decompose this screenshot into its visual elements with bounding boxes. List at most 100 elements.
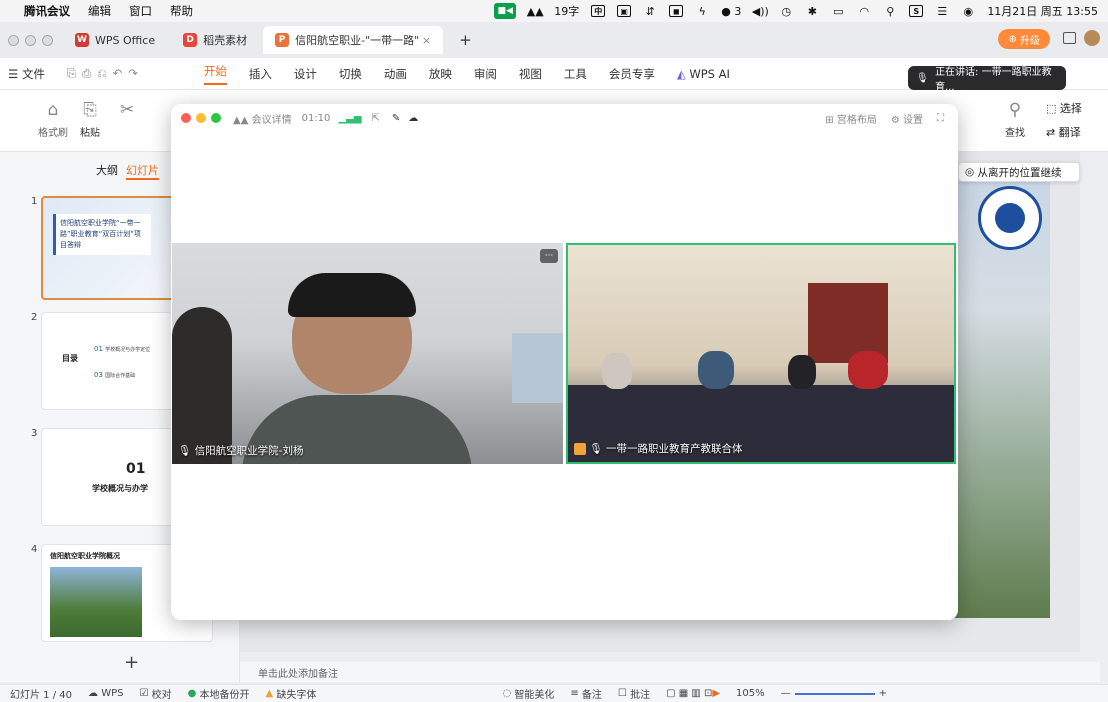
- window-zoom-button[interactable]: [42, 34, 53, 46]
- menu-tools[interactable]: 工具: [564, 66, 587, 82]
- zoom-level[interactable]: 105%: [736, 688, 765, 699]
- resume-position-button[interactable]: ◎ 从离开的位置继续: [958, 162, 1080, 182]
- upgrade-button[interactable]: ⊕ 升级: [998, 29, 1050, 49]
- participant-video-1[interactable]: ··· 🎙 信阳航空职业学院-刘杨: [172, 243, 563, 464]
- mic-icon: 🎙: [178, 445, 192, 457]
- missing-font-button[interactable]: ▲ 缺失字体: [266, 686, 317, 701]
- attendee: [698, 351, 734, 389]
- wps-ai-button[interactable]: ◭ WPS AI: [677, 67, 730, 81]
- menu-view[interactable]: 视图: [519, 66, 542, 82]
- siri-icon[interactable]: ◉: [961, 5, 975, 18]
- lightning-icon[interactable]: ϟ: [695, 5, 709, 18]
- location-icon: ◎: [965, 166, 975, 178]
- menu-edit[interactable]: 编辑: [88, 3, 111, 19]
- annotate-icon[interactable]: ✎: [392, 113, 400, 124]
- select-button[interactable]: ⬚ 选择: [1046, 100, 1082, 116]
- menu-member[interactable]: 会员专享: [609, 66, 655, 82]
- paste-button[interactable]: ⎘ 粘贴: [80, 100, 100, 139]
- tab-wps-office[interactable]: W WPS Office: [63, 26, 167, 54]
- quick-access-icons[interactable]: ⎘⎙⎌↶↷: [67, 66, 144, 81]
- scissors-icon: ✂: [120, 100, 135, 120]
- wechat-status[interactable]: ● 3: [721, 5, 741, 18]
- menu-transition[interactable]: 切换: [339, 66, 362, 82]
- format-painter-button[interactable]: ⌂ 格式刷: [38, 100, 68, 139]
- input-count[interactable]: 19字: [554, 3, 579, 19]
- new-tab-button[interactable]: +: [447, 26, 484, 54]
- cut-button[interactable]: ✂: [120, 100, 134, 124]
- tab-slides[interactable]: 幻灯片: [126, 162, 159, 180]
- wifi-icon[interactable]: ◠: [857, 5, 871, 18]
- bluetooth-icon[interactable]: ✱: [805, 5, 819, 18]
- menu-insert[interactable]: 插入: [249, 66, 272, 82]
- add-slide-button[interactable]: +: [124, 652, 139, 673]
- beautify-button[interactable]: ◌ 智能美化: [502, 686, 554, 701]
- campus-photo: [50, 567, 142, 637]
- wps-cloud-button[interactable]: ☁ WPS: [88, 688, 123, 699]
- tab-presentation[interactable]: P 信阳航空职业-"一带一路" ×: [263, 26, 444, 54]
- format-painter-label: 格式刷: [38, 128, 68, 139]
- video-more-button[interactable]: ···: [540, 249, 558, 263]
- meeting-minimize-button[interactable]: [196, 113, 206, 123]
- notes-toggle[interactable]: ≡ 备注: [570, 686, 602, 701]
- item-text: 国际合作基础: [105, 373, 136, 379]
- participant-video-2[interactable]: 🎙 一带一路职业教育产教联合体: [566, 243, 956, 464]
- menu-slideshow[interactable]: 放映: [429, 66, 452, 82]
- menu-app-name[interactable]: 腾讯会议: [24, 3, 70, 19]
- tencent-meeting-icon[interactable]: ▲▲: [527, 5, 544, 18]
- settings-button[interactable]: ⚙ 设置: [891, 111, 923, 126]
- popout-icon[interactable]: ⇱: [371, 113, 379, 124]
- mic-icon: 🎙: [589, 443, 603, 455]
- datetime[interactable]: 11月21日 周五 13:55: [987, 3, 1098, 19]
- menu-review[interactable]: 审阅: [474, 66, 497, 82]
- gear-icon: ⚙: [890, 114, 900, 126]
- meeting-zoom-button[interactable]: [211, 113, 221, 123]
- tab-close-icon[interactable]: ×: [422, 34, 431, 47]
- comments-toggle[interactable]: ☐ 批注: [618, 686, 650, 701]
- meeting-details-button[interactable]: ▲▲ 会议详情: [233, 111, 292, 126]
- menu-animation[interactable]: 动画: [384, 66, 407, 82]
- menu-window[interactable]: 窗口: [129, 3, 152, 19]
- menu-start[interactable]: 开始: [203, 63, 227, 85]
- meeting-close-button[interactable]: [181, 113, 191, 123]
- volume-icon[interactable]: ◀)): [752, 5, 769, 18]
- dark-app-icon[interactable]: ◼: [669, 5, 684, 17]
- meeting-logo-icon: ▲▲: [233, 114, 249, 126]
- avatar[interactable]: [1084, 30, 1100, 46]
- notes-icon: ≡: [570, 688, 579, 699]
- proofread-button[interactable]: ☑ 校对: [139, 686, 171, 701]
- window-close-button[interactable]: [8, 34, 19, 46]
- proof-label: 校对: [151, 690, 172, 701]
- video-camera-icon[interactable]: ■◀: [494, 3, 517, 19]
- input-method-icon[interactable]: 中: [591, 5, 606, 17]
- clock-icon[interactable]: ◷: [779, 5, 793, 18]
- play-icon[interactable]: ▶: [712, 688, 720, 699]
- s-app-icon[interactable]: S: [909, 5, 924, 17]
- slide-2-title: 目录: [62, 354, 78, 363]
- spotlight-search-icon[interactable]: ⚲: [883, 5, 897, 18]
- view-buttons[interactable]: ▢ ▦ ▥ ⊡ ▶: [666, 688, 720, 699]
- tab-daoke[interactable]: D 稻壳素材: [171, 26, 259, 54]
- backup-button[interactable]: ● 本地备份开: [188, 686, 250, 701]
- notes-label: 备注: [581, 690, 602, 701]
- battery-icon[interactable]: ▭: [831, 5, 845, 18]
- menu-help[interactable]: 帮助: [170, 3, 193, 19]
- find-button[interactable]: ⚲ 查找: [1005, 100, 1025, 139]
- notes-bar[interactable]: 单击此处添加备注: [240, 662, 1100, 682]
- grid-layout-button[interactable]: ⊞ 宫格布局: [825, 111, 877, 126]
- window-icon[interactable]: [1063, 32, 1076, 44]
- window-minimize-button[interactable]: [25, 34, 36, 46]
- upgrade-icon: ⊕: [1008, 33, 1017, 45]
- file-menu[interactable]: ☰ 文件: [8, 66, 45, 82]
- meeting-window: ▲▲ 会议详情 01:10 ▁▃▅ ⇱ ✎ ☁ ⊞ 宫格布局 ⚙ 设置 ⛶ ··…: [171, 104, 958, 620]
- cloud-record-icon[interactable]: ☁: [408, 113, 418, 124]
- resume-label: 从离开的位置继续: [977, 166, 1062, 179]
- upgrade-label: 升级: [1020, 35, 1040, 47]
- fullscreen-icon[interactable]: ⛶: [937, 113, 944, 124]
- control-center-icon[interactable]: ☰: [935, 5, 949, 18]
- zoom-slider[interactable]: — +: [781, 688, 887, 699]
- tab-outline[interactable]: 大纲: [96, 162, 118, 178]
- network-icon[interactable]: ⇵: [643, 5, 657, 18]
- menu-design[interactable]: 设计: [294, 66, 317, 82]
- screen-icon[interactable]: ▣: [617, 5, 632, 17]
- translate-button[interactable]: ⇄ 翻译: [1046, 124, 1081, 140]
